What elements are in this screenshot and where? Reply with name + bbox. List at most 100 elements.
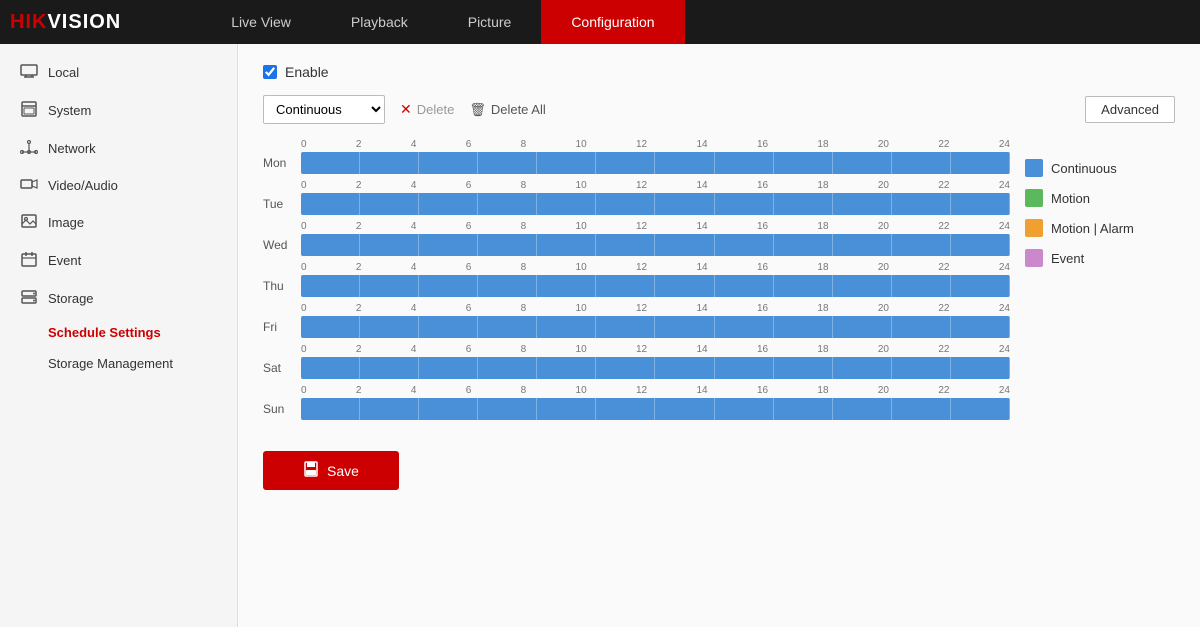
monitor-icon xyxy=(20,64,38,81)
bar-fill-fri xyxy=(301,316,1010,338)
sidebar-item-system[interactable]: System xyxy=(0,91,237,130)
bar-fill-tue xyxy=(301,193,1010,215)
sidebar-item-network[interactable]: Network xyxy=(0,130,237,167)
ticks-row-tue: 024681012141618202224 xyxy=(263,180,1010,191)
delete-button[interactable]: ✕ Delete xyxy=(400,101,454,118)
bar-fill-wed xyxy=(301,234,1010,256)
legend-label-motion-alarm: Motion | Alarm xyxy=(1051,221,1134,236)
ticks-row-sun: 024681012141618202224 xyxy=(263,385,1010,396)
legend-color-continuous xyxy=(1025,159,1043,177)
system-icon xyxy=(20,101,38,120)
legend-motion: Motion xyxy=(1025,189,1175,207)
time-ticks-wed: 024681012141618202224 xyxy=(301,221,1010,232)
day-label-tue: Tue xyxy=(263,197,301,211)
delete-all-button[interactable]: 🗑 Delete All xyxy=(469,102,545,118)
sidebar: Local System xyxy=(0,44,238,627)
bar-tue[interactable] xyxy=(301,193,1010,215)
bar-fill-mon xyxy=(301,152,1010,174)
enable-row: Enable xyxy=(263,64,1175,80)
legend-label-event: Event xyxy=(1051,251,1084,266)
sidebar-item-local[interactable]: Local xyxy=(0,54,237,91)
schedule-row-sun[interactable]: Sun xyxy=(263,398,1010,420)
save-icon xyxy=(303,461,319,480)
day-label-mon: Mon xyxy=(263,156,301,170)
image-icon xyxy=(20,214,38,231)
day-label-sun: Sun xyxy=(263,402,301,416)
ticks-row-wed: 024681012141618202224 xyxy=(263,221,1010,232)
day-label-sat: Sat xyxy=(263,361,301,375)
bar-fri[interactable] xyxy=(301,316,1010,338)
sidebar-item-event[interactable]: Event xyxy=(0,241,237,280)
nav-picture[interactable]: Picture xyxy=(438,0,542,44)
time-ticks-sun: 024681012141618202224 xyxy=(301,385,1010,396)
sidebar-sub-schedule-settings[interactable]: Schedule Settings xyxy=(0,317,237,348)
save-button[interactable]: Save xyxy=(263,451,399,490)
legend-event: Event xyxy=(1025,249,1175,267)
sidebar-item-videoaudio[interactable]: Video/Audio xyxy=(0,167,237,204)
nav-playback[interactable]: Playback xyxy=(321,0,438,44)
event-icon xyxy=(20,251,38,270)
nav-live-view[interactable]: Live View xyxy=(201,0,321,44)
videoaudio-icon xyxy=(20,177,38,194)
legend-color-motion-alarm xyxy=(1025,219,1043,237)
schedule-row-thu[interactable]: Thu xyxy=(263,275,1010,297)
schedule-grid: 024681012141618202224 Mon xyxy=(263,139,1175,426)
sidebar-event-label: Event xyxy=(48,253,81,268)
save-row: Save xyxy=(263,451,1175,490)
bar-fill-sat xyxy=(301,357,1010,379)
main-layout: Local System xyxy=(0,44,1200,627)
toolbar: Continuous Motion Motion | Alarm Event ✕… xyxy=(263,95,1175,124)
ticks-row-mon: 024681012141618202224 xyxy=(263,139,1010,150)
time-ticks-fri: 024681012141618202224 xyxy=(301,303,1010,314)
schedule-main: 024681012141618202224 Mon xyxy=(263,139,1010,426)
sidebar-system-label: System xyxy=(48,103,91,118)
bar-wed[interactable] xyxy=(301,234,1010,256)
legend-label-motion: Motion xyxy=(1051,191,1090,206)
day-label-wed: Wed xyxy=(263,238,301,252)
schedule-row-sat[interactable]: Sat xyxy=(263,357,1010,379)
bar-fill-sun xyxy=(301,398,1010,420)
ticks-row-sat: 024681012141618202224 xyxy=(263,344,1010,355)
network-icon xyxy=(20,140,38,157)
enable-checkbox[interactable] xyxy=(263,65,277,79)
bar-sun[interactable] xyxy=(301,398,1010,420)
nav-configuration[interactable]: Configuration xyxy=(541,0,684,44)
nav-items: Live View Playback Picture Configuration xyxy=(201,0,684,44)
content-area: Enable Continuous Motion Motion | Alarm … xyxy=(238,44,1200,627)
sidebar-videoaudio-label: Video/Audio xyxy=(48,178,118,193)
bar-mon[interactable] xyxy=(301,152,1010,174)
schedule-row-wed[interactable]: Wed xyxy=(263,234,1010,256)
type-dropdown[interactable]: Continuous Motion Motion | Alarm Event xyxy=(264,96,384,123)
bar-sat[interactable] xyxy=(301,357,1010,379)
legend-label-continuous: Continuous xyxy=(1051,161,1117,176)
sidebar-item-image[interactable]: Image xyxy=(0,204,237,241)
trash-icon: 🗑 xyxy=(469,102,486,118)
advanced-button[interactable]: Advanced xyxy=(1085,96,1175,123)
legend-motion-alarm: Motion | Alarm xyxy=(1025,219,1175,237)
legend-color-event xyxy=(1025,249,1043,267)
save-label: Save xyxy=(327,463,359,479)
legend: Continuous Motion Motion | Alarm Event xyxy=(1025,139,1175,426)
time-ticks-tue: 024681012141618202224 xyxy=(301,180,1010,191)
sidebar-sub-storage-management[interactable]: Storage Management xyxy=(0,348,237,379)
ticks-row-thu: 024681012141618202224 xyxy=(263,262,1010,273)
day-label-thu: Thu xyxy=(263,279,301,293)
delete-label: Delete xyxy=(417,102,455,117)
schedule-row-tue[interactable]: Tue xyxy=(263,193,1010,215)
type-select-container[interactable]: Continuous Motion Motion | Alarm Event xyxy=(263,95,385,124)
legend-continuous: Continuous xyxy=(1025,159,1175,177)
bar-thu[interactable] xyxy=(301,275,1010,297)
time-ticks-thu: 024681012141618202224 xyxy=(301,262,1010,273)
time-ticks-mon: 024681012141618202224 xyxy=(301,139,1010,150)
legend-color-motion xyxy=(1025,189,1043,207)
schedule-row-mon[interactable]: Mon xyxy=(263,152,1010,174)
x-icon: ✕ xyxy=(400,101,412,118)
sidebar-item-storage[interactable]: Storage xyxy=(0,280,237,317)
top-nav: HIKVISION Live View Playback Picture Con… xyxy=(0,0,1200,44)
delete-all-label: Delete All xyxy=(491,102,546,117)
day-label-fri: Fri xyxy=(263,320,301,334)
enable-label: Enable xyxy=(285,64,329,80)
sidebar-local-label: Local xyxy=(48,65,79,80)
sidebar-network-label: Network xyxy=(48,141,96,156)
schedule-row-fri[interactable]: Fri xyxy=(263,316,1010,338)
